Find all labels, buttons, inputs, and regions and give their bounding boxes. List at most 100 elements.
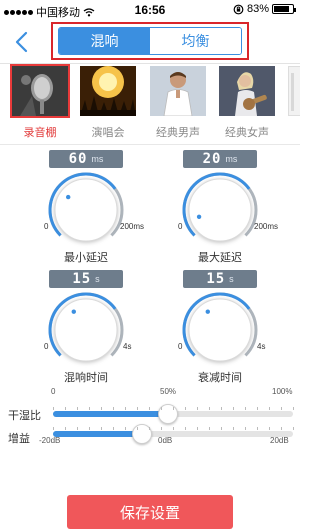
track-tick (101, 407, 102, 410)
value-number: 15 (72, 271, 92, 287)
track-tick (269, 427, 270, 430)
gain-slider[interactable] (53, 424, 294, 444)
slider-fill (53, 411, 169, 417)
preset-classic-female[interactable]: 经典女声 (219, 66, 275, 140)
knob-dial[interactable] (165, 290, 275, 370)
track-tick (257, 427, 258, 430)
tab-equalizer[interactable]: 均衡 (150, 28, 241, 54)
rotation-lock-icon (233, 4, 244, 14)
track-tick (269, 407, 270, 410)
status-right: 83% (233, 3, 296, 15)
track-tick (293, 427, 294, 430)
track-tick (197, 427, 198, 430)
track-tick (125, 427, 126, 430)
track-tick (293, 407, 294, 410)
tab-switcher: 混响 均衡 (58, 27, 242, 55)
knob-reverb-time[interactable]: 15 s 0 4s 混响时间 (31, 270, 141, 390)
save-settings-button[interactable]: 保存设置 (67, 495, 233, 529)
track-tick (53, 407, 54, 410)
value-unit: s (229, 274, 234, 284)
chevron-left-icon[interactable] (10, 28, 34, 56)
knob-label: 混响时间 (64, 372, 108, 384)
track-tick (137, 407, 138, 410)
slider-label: 干湿比 (8, 410, 41, 422)
track-tick (149, 407, 150, 410)
slider-label: 增益 (8, 433, 30, 445)
value-number: 60 (68, 151, 88, 167)
knob-min-delay[interactable]: 60 ms 0 200ms 最小延迟 (31, 150, 144, 270)
preset-thumbnail (219, 66, 275, 116)
value-number: 20 (202, 151, 222, 167)
tab-reverb[interactable]: 混响 (59, 28, 150, 54)
track-tick (89, 427, 90, 430)
slider-tick-min: 0 (51, 387, 56, 396)
nav-bar: 混响 均衡 (0, 20, 300, 64)
preset-studio[interactable]: 录音棚 (10, 64, 70, 140)
wet-dry-slider[interactable] (53, 404, 294, 424)
knob-dial[interactable] (165, 170, 275, 250)
knob-dial[interactable] (31, 290, 141, 370)
knob-max-label: 200ms (254, 222, 279, 231)
preset-label: 经典女声 (225, 127, 269, 139)
track-tick (281, 427, 282, 430)
knob-label: 最大延迟 (198, 252, 242, 264)
preset-label: 演唱会 (91, 127, 125, 139)
track-tick (173, 427, 174, 430)
track-tick (281, 407, 282, 410)
knob-dial[interactable] (31, 170, 141, 250)
track-tick (221, 407, 222, 410)
preset-thumbnail (80, 66, 136, 116)
knob-indicator (71, 309, 76, 314)
battery-icon (272, 4, 296, 14)
track-tick (161, 407, 162, 410)
track-tick (245, 407, 246, 410)
value-number: 15 (206, 271, 226, 287)
slider-fill (53, 431, 142, 437)
preset-classic-male[interactable]: 经典男声 (150, 66, 206, 140)
knob-min-label: 0 (178, 222, 183, 231)
knob-min-label: 0 (44, 222, 49, 231)
knob-max-label: 4s (257, 342, 266, 351)
value-display: 60 ms (49, 150, 123, 168)
value-unit: ms (225, 154, 238, 164)
knob-label: 衰减时间 (198, 372, 242, 384)
track-tick (185, 407, 186, 410)
slider-tick-min: -20dB (39, 436, 61, 445)
track-tick (77, 427, 78, 430)
knob-label: 最小延迟 (64, 252, 108, 264)
preset-thumbnail (288, 66, 300, 116)
value-unit: ms (91, 154, 104, 164)
track-tick (233, 427, 234, 430)
track-tick (65, 407, 66, 410)
track-tick (245, 427, 246, 430)
value-display: 15 s (183, 270, 257, 288)
knob-indicator (205, 309, 210, 314)
knob-max-label: 4s (123, 342, 132, 351)
knob-max-delay[interactable]: 20 ms 0 200ms 最大延迟 (165, 150, 279, 270)
knob-face (54, 178, 118, 242)
track-tick (65, 427, 66, 430)
track-tick (197, 407, 198, 410)
track-tick (89, 407, 90, 410)
preset-list: 录音棚 演唱会 经典男声 经典女声 (0, 64, 300, 144)
battery-fill (274, 6, 289, 12)
track-tick (53, 427, 54, 430)
knob-face (54, 298, 118, 362)
track-tick (113, 407, 114, 410)
preset-concert[interactable]: 演唱会 (80, 66, 136, 140)
knob-min-label: 0 (178, 342, 183, 351)
status-bar: 中国移动 16:56 83% (0, 0, 300, 20)
value-unit: s (95, 274, 100, 284)
preset-mine[interactable]: 我 (288, 66, 300, 140)
knob-indicator (66, 194, 71, 200)
track-tick (149, 427, 150, 430)
track-tick (257, 407, 258, 410)
slider-tick-mid: 0dB (158, 436, 173, 445)
track-tick (233, 407, 234, 410)
value-display: 20 ms (183, 150, 257, 168)
track-tick (125, 407, 126, 410)
battery-percent: 83% (246, 3, 269, 15)
knob-min-label: 0 (44, 342, 49, 351)
knob-decay-time[interactable]: 15 s 0 4s 衰减时间 (165, 270, 275, 390)
preset-thumbnail (10, 64, 70, 118)
